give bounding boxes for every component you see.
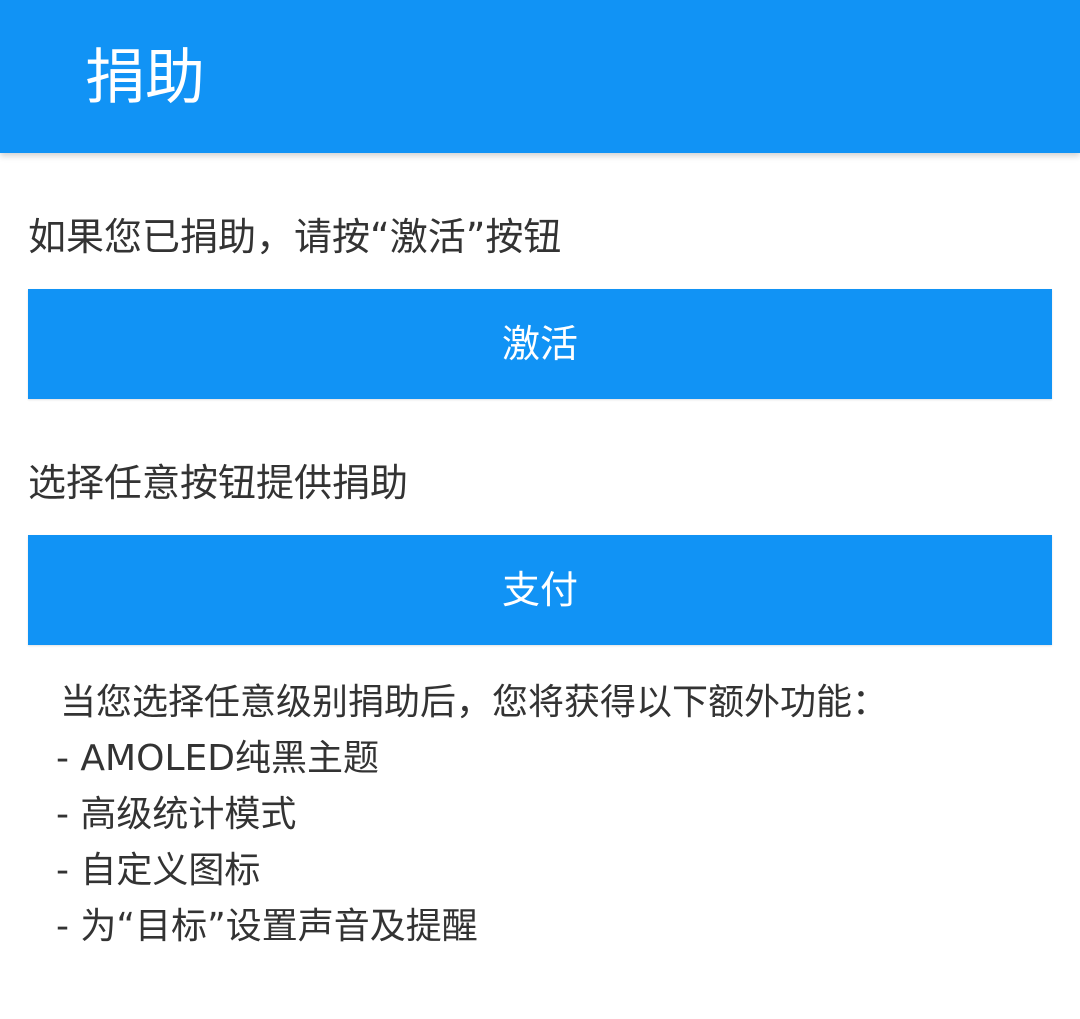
- premium-features: 当您选择任意级别捐助后，您将获得以下额外功能： - AMOLED纯黑主题 - 高…: [56, 675, 1056, 955]
- pay-button[interactable]: 支付: [28, 535, 1052, 645]
- feature-item-stats: - 高级统计模式: [56, 794, 297, 835]
- feature-item-goal-reminders: - 为“目标”设置声音及提醒: [56, 906, 478, 947]
- feature-list: - AMOLED纯黑主题 - 高级统计模式 - 自定义图标 - 为“目标”设置声…: [56, 731, 1056, 955]
- feature-item-icons: - 自定义图标: [56, 850, 261, 891]
- feature-item-amoled: - AMOLED纯黑主题: [56, 738, 379, 779]
- donate-instruction: 选择任意按钮提供捐助: [28, 461, 409, 505]
- features-intro: 当您选择任意级别捐助后，您将获得以下额外功能：: [60, 682, 889, 723]
- activate-button[interactable]: 激活: [28, 289, 1052, 399]
- activate-instruction: 如果您已捐助，请按“激活”按钮: [28, 215, 562, 259]
- app-bar: 捐助: [0, 0, 1080, 153]
- page-title: 捐助: [85, 43, 205, 113]
